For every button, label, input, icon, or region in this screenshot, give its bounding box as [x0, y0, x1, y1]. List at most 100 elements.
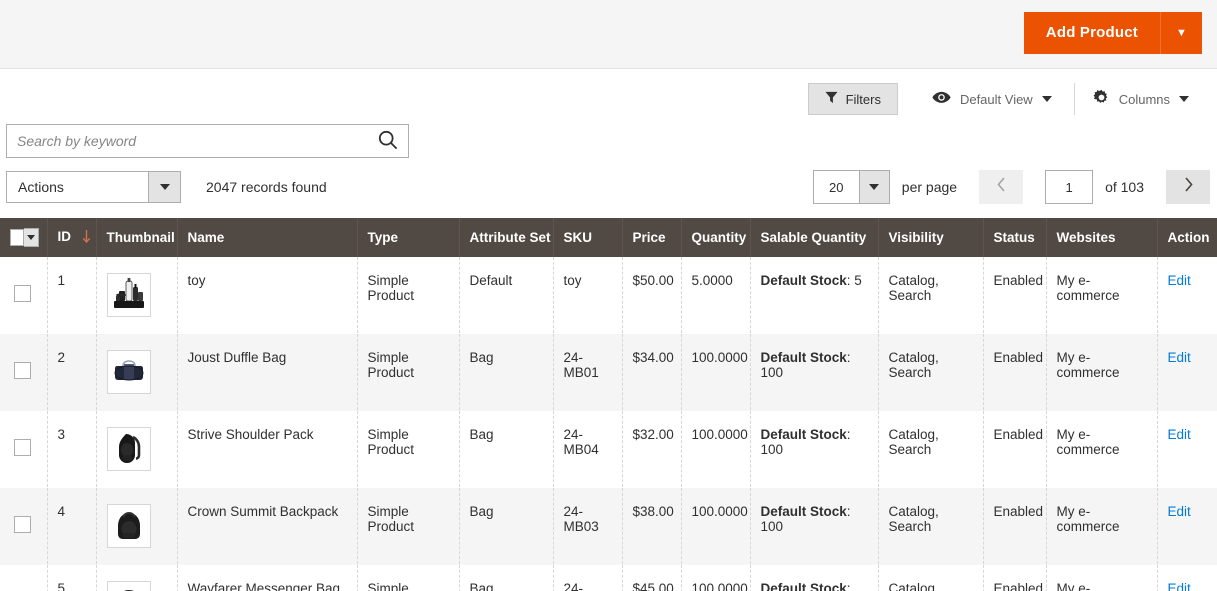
edit-link[interactable]: Edit [1168, 350, 1191, 365]
mass-actions-select[interactable]: Actions [6, 171, 181, 203]
cell-sku: 24-MB05 [553, 564, 623, 591]
table-row[interactable]: 2 Joust Duffle Bag Simple Product Bag 24-MB0… [0, 333, 1217, 411]
cell-websites: My e-commerce [1046, 333, 1158, 411]
cell-salable-quantity: Default Stock: 100 [750, 333, 879, 411]
search-button[interactable] [368, 125, 408, 157]
column-header-status[interactable]: Status [983, 218, 1047, 257]
messenger-bag-thumbnail[interactable] [106, 581, 151, 591]
cell-thumbnail[interactable] [96, 487, 178, 565]
add-product-dropdown-toggle[interactable]: ▼ [1160, 12, 1202, 54]
current-page-input[interactable] [1045, 170, 1094, 204]
pagination: 20 per page of 103 [812, 170, 1210, 204]
checkbox-dropdown-icon[interactable] [10, 228, 39, 247]
table-row[interactable]: 5 Wayfarer Messenger BagSimple ProductBag… [0, 564, 1217, 591]
cell-type: Simple Product [357, 410, 460, 488]
columns-selector[interactable]: Columns [1073, 83, 1203, 115]
cell-status: Enabled [983, 487, 1047, 565]
cell-thumbnail[interactable] [96, 410, 178, 488]
next-page-button[interactable] [1166, 170, 1210, 204]
backpack-thumbnail[interactable] [106, 504, 151, 548]
cell-name: Joust Duffle Bag [177, 333, 358, 411]
column-header-sku[interactable]: SKU [553, 218, 623, 257]
row-checkbox[interactable] [14, 516, 31, 533]
chevron-down-icon [869, 184, 880, 190]
cell-attribute-set: Bag [459, 564, 554, 591]
cell-type: Simple Product [357, 333, 460, 411]
cell-attribute-set: Bag [459, 410, 554, 488]
column-header-quantity[interactable]: Quantity [681, 218, 751, 257]
column-header-id[interactable]: ID [47, 218, 97, 257]
cell-thumbnail[interactable] [96, 257, 178, 334]
cell-sku: toy [553, 257, 623, 334]
table-row[interactable]: 3 Strive Shoulder Pack Simple Product Bag 24… [0, 410, 1217, 488]
column-header-action: Action [1157, 218, 1217, 257]
cell-quantity: 100.0000 [681, 487, 751, 565]
per-page-value: 20 [829, 179, 844, 195]
cell-thumbnail[interactable] [96, 333, 178, 411]
table-header: ID Thumbnail Name Type Attribute Set SKU… [0, 218, 1217, 257]
select-all-dropdown-arrow[interactable] [24, 228, 39, 247]
select-all-checkbox[interactable] [10, 229, 25, 246]
search-icon [378, 130, 398, 153]
row-checkbox-cell[interactable] [0, 333, 48, 411]
search-input[interactable] [7, 133, 368, 149]
table-body: 1 toy Simple Product Default toy $50.00 5.0000… [0, 257, 1217, 591]
cosmetics-bottles-thumbnail[interactable] [106, 273, 151, 317]
row-checkbox[interactable] [14, 285, 31, 302]
total-pages-label: of 103 [1105, 179, 1144, 195]
actions-row: Actions 2047 records found 20 per page o… [0, 168, 1217, 218]
cell-price: $50.00 [622, 257, 682, 334]
table-row[interactable]: 4 Crown Summit Backpack Simple Product Bag 2… [0, 487, 1217, 565]
chevron-down-icon [26, 235, 35, 240]
chevron-down-icon [1179, 96, 1189, 102]
column-header-type[interactable]: Type [357, 218, 460, 257]
cell-price: $38.00 [622, 487, 682, 565]
cell-sku: 24-MB03 [553, 487, 623, 565]
funnel-icon [825, 91, 838, 107]
duffle-bag-thumbnail[interactable] [106, 350, 151, 394]
filters-label: Filters [845, 91, 881, 107]
edit-link[interactable]: Edit [1168, 273, 1191, 288]
cell-websites: My e-commerce [1046, 487, 1158, 565]
column-header-name[interactable]: Name [177, 218, 358, 257]
default-view-selector[interactable]: Default View [918, 83, 1066, 115]
column-header-thumbnail[interactable]: Thumbnail [96, 218, 178, 257]
chevron-left-icon [996, 177, 1006, 197]
table-header-row: ID Thumbnail Name Type Attribute Set SKU… [0, 218, 1217, 257]
select-all-header[interactable] [0, 218, 48, 257]
per-page-select[interactable]: 20 [812, 170, 890, 204]
edit-link[interactable]: Edit [1168, 427, 1191, 442]
cell-type: Simple Product [357, 487, 460, 565]
cell-action: Edit [1157, 257, 1217, 334]
table-row[interactable]: 1 toy Simple Product Default toy $50.00 5.0000… [0, 257, 1217, 334]
cell-thumbnail[interactable] [96, 564, 178, 591]
filters-button[interactable]: Filters [807, 83, 898, 115]
cell-sku: 24-MB01 [553, 333, 623, 411]
eye-icon [932, 91, 951, 107]
row-checkbox[interactable] [14, 362, 31, 379]
row-checkbox-cell[interactable] [0, 257, 48, 334]
previous-page-button[interactable] [979, 170, 1024, 204]
cell-status: Enabled [983, 333, 1047, 411]
column-header-websites[interactable]: Websites [1046, 218, 1158, 257]
row-checkbox-cell[interactable] [0, 410, 48, 488]
row-checkbox-cell[interactable] [0, 564, 48, 591]
edit-link[interactable]: Edit [1168, 504, 1191, 519]
add-product-button[interactable]: Add Product [1023, 12, 1160, 54]
cell-quantity: 100.0000 [681, 333, 751, 411]
cell-action: Edit [1157, 565, 1217, 591]
cell-salable-quantity: Default Stock: 100 [750, 410, 879, 488]
row-checkbox-cell[interactable] [0, 487, 48, 565]
edit-link[interactable]: Edit [1168, 581, 1191, 591]
row-checkbox[interactable] [14, 439, 31, 456]
shoulder-pack-thumbnail[interactable] [106, 427, 151, 471]
column-header-visibility[interactable]: Visibility [878, 218, 984, 257]
column-header-salable-quantity[interactable]: Salable Quantity [750, 218, 879, 257]
cell-quantity: 100.0000 [681, 410, 751, 488]
column-header-attribute-set[interactable]: Attribute Set [459, 218, 554, 257]
actions-label: Actions [18, 179, 64, 195]
records-found-text: 2047 records found [206, 179, 327, 195]
cell-visibility: Catalog, Search [878, 487, 984, 565]
cell-visibility: Catalog, Search [878, 410, 984, 488]
column-header-price[interactable]: Price [622, 218, 682, 257]
